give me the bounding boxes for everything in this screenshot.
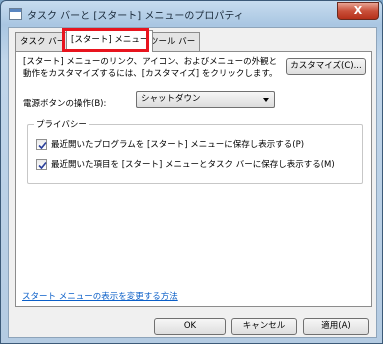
privacy-group-title: プライバシー bbox=[34, 118, 89, 130]
checkmark-icon bbox=[38, 141, 47, 150]
help-link[interactable]: スタート メニューの表示を変更する方法 bbox=[22, 290, 178, 302]
recent-programs-label: 最近開いたプログラムを [スタート] メニューに保存し表示する(P) bbox=[51, 140, 305, 150]
window-title: タスク バーと [スタート] メニューのプロパティ bbox=[27, 11, 244, 22]
tab-start-menu[interactable]: [スタート] メニュー bbox=[66, 30, 154, 52]
close-icon: X bbox=[353, 4, 363, 17]
apply-button[interactable]: 適用(A) bbox=[303, 318, 369, 335]
title-bar[interactable]: タスク バーと [スタート] メニューのプロパティ X bbox=[1, 1, 382, 27]
checkmark-icon bbox=[38, 161, 47, 170]
recent-programs-checkbox[interactable] bbox=[36, 139, 47, 150]
properties-dialog: タスク バーと [スタート] メニューのプロパティ X タスク バー [スタート… bbox=[0, 0, 383, 344]
recent-items-label: 最近開いた項目を [スタート] メニューとタスク バーに保存し表示する(M) bbox=[51, 160, 335, 170]
description-text: [スタート] メニューのリンク、アイコン、およびメニューの外観と動作をカスタマイ… bbox=[23, 57, 278, 79]
cancel-button[interactable]: キャンセル bbox=[231, 318, 297, 335]
window-icon bbox=[9, 8, 22, 20]
close-button[interactable]: X bbox=[337, 2, 379, 20]
start-menu-panel: [スタート] メニューのリンク、アイコン、およびメニューの外観と動作をカスタマイ… bbox=[15, 51, 372, 307]
power-button-select[interactable]: シャットダウン bbox=[136, 91, 275, 108]
privacy-group: プライバシー 最近開いたプログラムを [スタート] メニューに保存し表示する(P… bbox=[27, 118, 363, 184]
tab-taskbar[interactable]: タスク バー bbox=[15, 32, 71, 51]
recent-items-checkbox[interactable] bbox=[36, 159, 47, 170]
customize-button[interactable]: カスタマイズ(C)... bbox=[286, 58, 366, 75]
dialog-client-area: タスク バー [スタート] メニュー ツール バー [スタート] メニューのリン… bbox=[8, 27, 377, 338]
power-button-label: 電源ボタンの操作(B): bbox=[23, 99, 107, 109]
ok-button[interactable]: OK bbox=[154, 318, 226, 335]
chevron-down-icon bbox=[263, 98, 269, 102]
power-button-value: シャットダウン bbox=[141, 94, 201, 104]
